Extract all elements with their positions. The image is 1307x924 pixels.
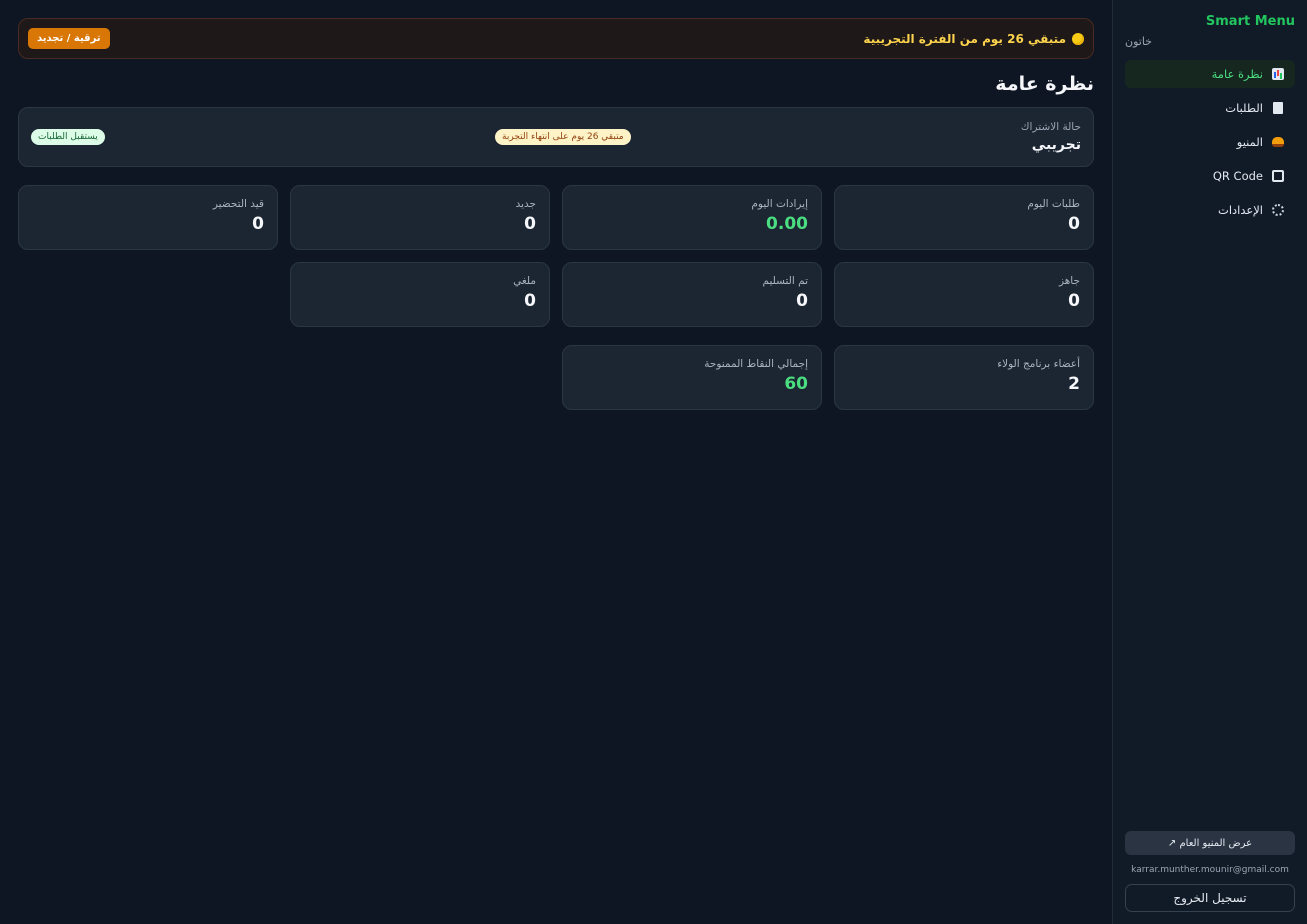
brand-name: Smart Menu [1205,14,1295,29]
gear-icon [1271,203,1285,217]
sidebar-item-label: المنيو [1236,135,1263,149]
app-shell: Smart Menu خاتون نظرة عامة الطلبات المني… [0,0,1307,924]
stat-card-cancelled: ملغي 0 [290,262,550,327]
stat-label: طلبات اليوم [1027,198,1080,210]
stat-label: جديد [515,198,536,210]
receipt-icon [1271,101,1285,115]
sidebar-item-settings[interactable]: الإعدادات [1125,196,1295,224]
stat-value: 0 [524,291,536,311]
subscription-card: حالة الاشتراك تجريبي متبقي 26 يوم على ان… [18,107,1094,167]
restaurant-name: خاتون [1125,35,1152,48]
stat-label: أعضاء برنامج الولاء [997,358,1080,370]
trial-remaining-badge: متبقي 26 يوم على انتهاء التجربة [495,129,631,145]
qr-square-icon [1271,169,1285,183]
page-title: نظرة عامة [995,73,1094,95]
main-content: متبقي 26 يوم من الفترة التجريبية ترقية /… [0,0,1112,924]
stats-grid: طلبات اليوم 0 إيرادات اليوم 0.00 جديد 0 … [18,185,1094,410]
stat-card-ready: جاهز 0 [834,262,1094,327]
sidebar-item-label: الإعدادات [1218,203,1263,217]
stat-value: 0 [796,291,808,311]
subscription-label: حالة الاشتراك [1020,121,1081,133]
sidebar-item-label: نظرة عامة [1211,67,1263,81]
subscription-value: تجريبي [1031,137,1081,153]
sidebar-item-overview[interactable]: نظرة عامة [1125,60,1295,88]
burger-icon [1271,135,1285,149]
stat-card-total-points: إجمالي النقاط الممنوحة 60 [562,345,822,410]
sidebar-item-orders[interactable]: الطلبات [1125,94,1295,122]
stat-value: 0 [1068,214,1080,234]
stat-card-loyalty-members: أعضاء برنامج الولاء 2 [834,345,1094,410]
sidebar-item-label: الطلبات [1225,101,1263,115]
sidebar-item-label: QR Code [1212,169,1263,183]
stat-label: ملغي [513,275,536,287]
grid-empty-cell [18,262,278,327]
stat-value: 0 [1068,291,1080,311]
logout-button[interactable]: تسجيل الخروج [1125,884,1295,912]
stat-value: 0 [252,214,264,234]
trial-text: متبقي 26 يوم من الفترة التجريبية [863,31,1066,46]
stat-card-preparing: قيد التحضير 0 [18,185,278,250]
stat-value: 0 [524,214,536,234]
stat-label: تم التسليم [762,275,808,287]
stat-label: قيد التحضير [212,198,264,210]
accepting-orders-badge: يستقبل الطلبات [31,129,105,145]
stat-label: إيرادات اليوم [751,198,808,210]
sidebar-item-menu[interactable]: المنيو [1125,128,1295,156]
bar-chart-icon [1271,67,1285,81]
stat-label: جاهز [1058,275,1080,287]
stat-card-new: جديد 0 [290,185,550,250]
stat-value: 0.00 [766,214,808,234]
trial-message: متبقي 26 يوم من الفترة التجريبية [863,32,1084,46]
trial-banner: متبقي 26 يوم من الفترة التجريبية ترقية /… [18,18,1094,59]
view-public-menu-button[interactable]: عرض المنيو العام ↗ [1125,831,1295,855]
stat-card-today-orders: طلبات اليوم 0 [834,185,1094,250]
stat-value: 2 [1068,374,1080,394]
subscription-info: حالة الاشتراك تجريبي [1021,121,1081,153]
stat-card-delivered: تم التسليم 0 [562,262,822,327]
sidebar-item-qr-code[interactable]: QR Code [1125,162,1295,190]
stat-label: إجمالي النقاط الممنوحة [704,358,808,370]
yellow-circle-icon [1072,32,1084,45]
upgrade-renew-button[interactable]: ترقية / تجديد [28,28,110,49]
sidebar: Smart Menu خاتون نظرة عامة الطلبات المني… [1112,0,1307,924]
user-email: karrar.munther.mounir@gmail.com [1131,865,1289,875]
stat-card-today-revenue: إيرادات اليوم 0.00 [562,185,822,250]
stat-value: 60 [784,374,808,394]
sidebar-nav: نظرة عامة الطلبات المنيو QR Code الإعداد… [1125,60,1295,224]
